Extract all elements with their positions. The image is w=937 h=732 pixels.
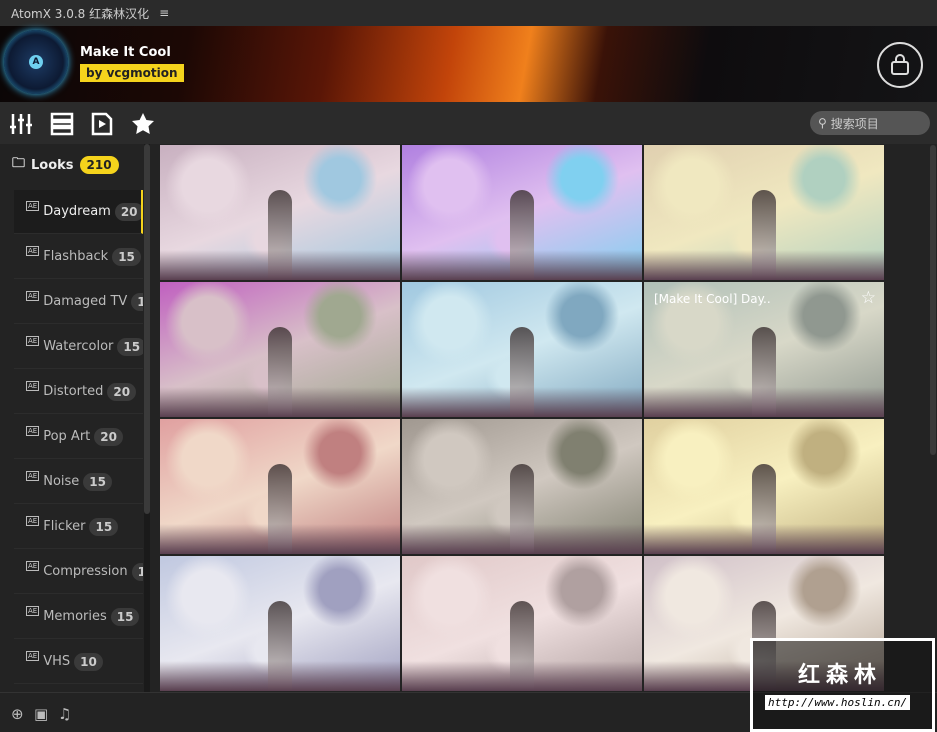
ae-file-icon: AE: [26, 605, 40, 616]
sidebar-item-pop-art[interactable]: AE Pop Art 20: [14, 415, 143, 459]
hamburger-icon[interactable]: ≡: [159, 6, 169, 20]
pack-banner: A Make It Cool by vcgmotion: [0, 26, 937, 102]
item-count: 15: [131, 292, 143, 311]
grass: [644, 250, 884, 280]
preset-grid: [Make It Cool] Day.. ☆: [160, 145, 885, 692]
ae-file-icon: AE: [26, 560, 40, 571]
search-icon: ⚲: [818, 116, 827, 130]
item-label: Daydream: [43, 204, 111, 219]
sidebar-item-watercolor[interactable]: AE Watercolor 15: [14, 325, 143, 369]
sidebar-item-damaged-tv[interactable]: AEDamaged TV15: [14, 280, 143, 324]
preset-thumbnail[interactable]: [Make It Cool] Day.. ☆: [644, 282, 884, 417]
ae-file-icon: AE: [26, 200, 40, 211]
grass: [644, 387, 884, 417]
ae-file-icon: AE: [26, 245, 40, 256]
atomx-logo: A: [4, 30, 68, 94]
grass: [160, 524, 400, 554]
sidebar-scrollbar[interactable]: [144, 144, 150, 692]
watermark: 红森林 http://www.hoslin.cn/: [750, 638, 935, 732]
preset-thumbnail[interactable]: [402, 556, 642, 691]
sidebar-item-memories[interactable]: AE Memories 15: [14, 595, 143, 639]
item-count: 20: [114, 202, 141, 221]
sidebar-item-flicker[interactable]: AE Flicker 15: [14, 505, 143, 549]
item-label: Compression: [43, 564, 128, 579]
pack-author[interactable]: by vcgmotion: [80, 64, 184, 82]
item-label: Pop Art: [43, 429, 91, 444]
grass: [402, 661, 642, 691]
item-count: 20: [107, 382, 137, 401]
sidebar-item-daydream[interactable]: AE Daydream 20: [14, 190, 143, 234]
item-label: Watercolor: [43, 339, 114, 354]
item-label: Memories: [43, 609, 107, 624]
grass: [160, 387, 400, 417]
item-count: 15: [117, 337, 143, 356]
pack-title: Make It Cool: [80, 45, 171, 60]
item-count: 10: [131, 562, 143, 581]
ae-file-icon: AE: [26, 425, 40, 436]
preset-thumbnail[interactable]: [644, 419, 884, 554]
preset-thumbnail[interactable]: [160, 556, 400, 691]
preset-thumbnail[interactable]: [644, 145, 884, 280]
sidebar-item-vhs[interactable]: AE VHS 10: [14, 640, 143, 684]
item-label: Noise: [43, 474, 80, 489]
preset-thumbnail[interactable]: [402, 419, 642, 554]
preset-thumbnail[interactable]: [402, 282, 642, 417]
item-label: VHS: [43, 654, 71, 669]
thumbnail-title: [Make It Cool] Day..: [654, 292, 771, 306]
app-title: AtomX 3.0.8 红森林汉化: [11, 6, 150, 21]
item-label: Distorted: [43, 384, 104, 399]
folder-icon: 🗀: [12, 156, 26, 171]
preset-thumbnail[interactable]: [160, 145, 400, 280]
star-icon[interactable]: [131, 112, 155, 136]
grass: [402, 387, 642, 417]
sidebar-item-noise[interactable]: AE Noise 15: [14, 460, 143, 504]
title-bar: AtomX 3.0.8 红森林汉化 ≡: [0, 0, 937, 26]
play-icon[interactable]: ▣: [34, 705, 48, 723]
sliders-icon[interactable]: [9, 112, 33, 136]
item-count: 10: [74, 652, 103, 671]
preset-thumbnail[interactable]: [160, 419, 400, 554]
item-label: Flicker: [43, 519, 86, 534]
list-icon[interactable]: [50, 112, 74, 136]
item-count: 15: [112, 247, 141, 266]
ae-file-icon: AE: [26, 470, 40, 481]
item-label: Flashback: [43, 249, 109, 264]
grid-scrollbar[interactable]: [930, 145, 936, 692]
sidebar-item-compression[interactable]: AECompression10: [14, 550, 143, 594]
search-input[interactable]: ⚲ 搜索项目: [810, 111, 930, 135]
grass: [402, 524, 642, 554]
music-icon[interactable]: ♫: [58, 705, 71, 723]
ae-file-icon: AE: [26, 380, 40, 391]
toolbar: ⚲ 搜索项目: [0, 102, 937, 144]
item-label: Damaged TV: [43, 294, 128, 309]
category-sidebar: 🗀 Looks 210 AE Daydream 20 AE Flashback 15 AE D…: [0, 144, 152, 692]
shopping-bag-icon: [891, 54, 909, 75]
looks-count: 210: [79, 156, 119, 174]
video-file-icon[interactable]: [90, 112, 114, 136]
item-count: 15: [110, 607, 140, 626]
sidebar-item-distorted[interactable]: AE Distorted 20: [14, 370, 143, 414]
preset-thumbnail[interactable]: [402, 145, 642, 280]
item-count: 20: [94, 427, 123, 446]
preset-thumbnail[interactable]: [160, 282, 400, 417]
grass: [160, 250, 400, 280]
favorite-star-icon[interactable]: ☆: [861, 288, 876, 308]
grass: [644, 524, 884, 554]
ae-file-icon: AE: [26, 290, 40, 301]
ae-file-icon: AE: [26, 650, 40, 661]
item-count: 15: [89, 517, 119, 536]
ae-file-icon: AE: [26, 335, 40, 346]
looks-header[interactable]: 🗀 Looks 210: [12, 154, 119, 176]
grass: [160, 661, 400, 691]
shop-bag-button[interactable]: [877, 42, 923, 88]
target-icon[interactable]: ⊕: [11, 705, 24, 723]
item-count: 15: [83, 472, 112, 491]
ae-file-icon: AE: [26, 515, 40, 526]
grass: [402, 250, 642, 280]
sidebar-item-flashback[interactable]: AE Flashback 15: [14, 235, 143, 279]
